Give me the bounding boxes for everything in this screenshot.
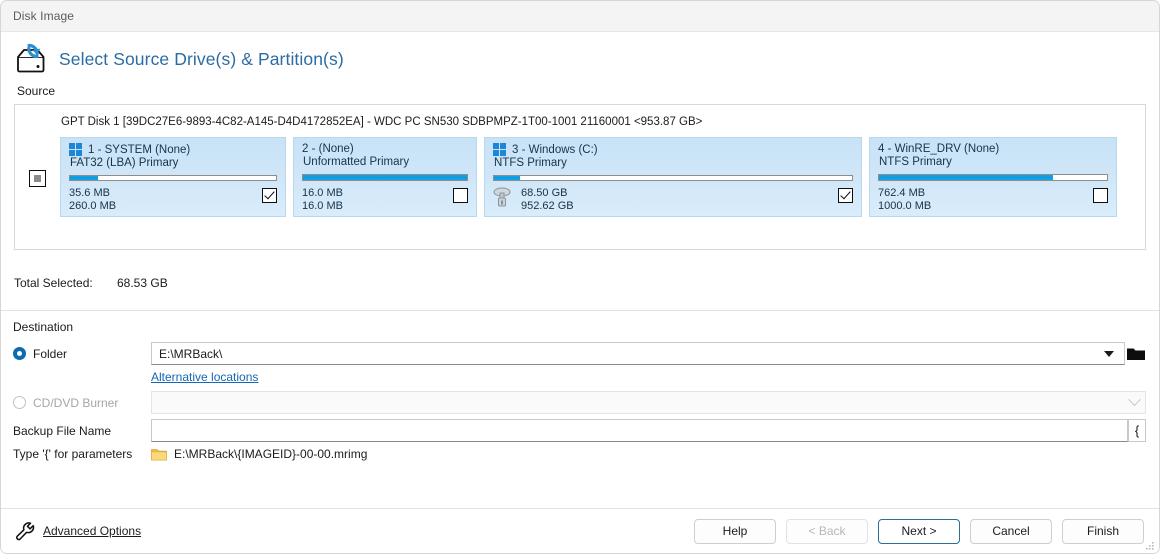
cddvd-radio bbox=[13, 396, 26, 409]
back-button: < Back bbox=[786, 518, 868, 544]
partition-footer: 16.0 MB 16.0 MB bbox=[302, 187, 468, 212]
disk-select-column bbox=[15, 114, 60, 249]
filename-preview-path: E:\MRBack\{IMAGEID}-00-00.mrimg bbox=[174, 447, 368, 461]
partition-footer: 68.50 GB 952.62 GB bbox=[493, 187, 853, 212]
wrench-icon bbox=[14, 521, 36, 541]
partition-block[interactable]: 2 - (None) Unformatted Primary 16.0 MB 16.0… bbox=[293, 137, 477, 217]
disk-main: GPT Disk 1 [39DC27E6-9893-4C82-A145-D4D4… bbox=[60, 114, 1145, 249]
alternative-locations-row: Alternative locations bbox=[151, 370, 1159, 384]
page-header: Select Source Drive(s) & Partition(s) bbox=[1, 32, 1159, 84]
resize-grip[interactable] bbox=[1145, 540, 1155, 550]
partition-checkbox[interactable] bbox=[1093, 188, 1108, 203]
partition-name: 1 - SYSTEM (None) bbox=[88, 143, 191, 156]
cddvd-radio-label: CD/DVD Burner bbox=[33, 395, 119, 410]
footer-bar: Advanced Options Help < Back Next > Cancel F… bbox=[1, 508, 1159, 553]
partition-filesystem: NTFS Primary bbox=[494, 157, 567, 169]
partition-usage-bar bbox=[493, 175, 853, 181]
destination-folder-row: Folder E:\MRBack\ bbox=[1, 342, 1159, 365]
partition-sizes: 35.6 MB 260.0 MB bbox=[69, 187, 117, 212]
destination-section: Destination Folder E:\MRBack\ Alternativ… bbox=[1, 311, 1159, 461]
backup-file-name-input[interactable] bbox=[151, 419, 1128, 442]
partition-checkbox[interactable] bbox=[453, 188, 468, 203]
source-panel: GPT Disk 1 [39DC27E6-9893-4C82-A145-D4D4… bbox=[14, 104, 1146, 250]
partition-sizes: 16.0 MB 16.0 MB bbox=[302, 187, 343, 212]
partition-block[interactable]: 1 - SYSTEM (None) FAT32 (LBA) Primary 35.6… bbox=[60, 137, 286, 217]
cancel-button[interactable]: Cancel bbox=[970, 518, 1052, 544]
cddvd-radio-label-wrap: CD/DVD Burner bbox=[1, 396, 151, 410]
total-selected-value: 68.53 GB bbox=[117, 276, 168, 290]
chevron-down-icon[interactable] bbox=[1104, 350, 1114, 357]
partition-filesystem: FAT32 (LBA) Primary bbox=[70, 157, 179, 169]
partition-footer: 35.6 MB 260.0 MB bbox=[69, 187, 277, 212]
total-selected-label: Total Selected: bbox=[14, 276, 93, 290]
disk-image-wizard-window: Disk Image Select Source Drive(s) & Part… bbox=[0, 0, 1160, 554]
partition-name: 4 - WinRE_DRV (None) bbox=[878, 143, 1000, 155]
partition-head: 4 - WinRE_DRV (None) bbox=[878, 143, 1108, 155]
help-button[interactable]: Help bbox=[694, 518, 776, 544]
lock-icon bbox=[491, 185, 517, 209]
partition-usage-bar bbox=[878, 174, 1108, 181]
folder-open-icon[interactable] bbox=[1126, 345, 1146, 362]
alternative-locations-link[interactable]: Alternative locations bbox=[151, 370, 258, 384]
advanced-options-button[interactable]: Advanced Options bbox=[14, 521, 141, 541]
partition-usage-bar bbox=[69, 175, 277, 181]
disk-select-checkbox[interactable] bbox=[29, 170, 46, 187]
total-selected-row: Total Selected: 68.53 GB bbox=[14, 276, 1159, 290]
cddvd-combobox bbox=[151, 391, 1146, 414]
partition-head: 3 - Windows (C:) bbox=[493, 143, 853, 156]
footer-buttons: Help < Back Next > Cancel Finish bbox=[694, 518, 1144, 544]
windows-logo-icon bbox=[69, 143, 82, 156]
filename-preview-row: Type '{' for parameters E:\MRBack\{IMAGE… bbox=[1, 447, 1159, 461]
partition-filesystem: NTFS Primary bbox=[879, 156, 952, 168]
folder-radio-label: Folder bbox=[33, 346, 68, 361]
partition-filesystem: Unformatted Primary bbox=[303, 156, 410, 168]
parameters-hint-label: Type '{' for parameters bbox=[13, 447, 133, 461]
page-title: Select Source Drive(s) & Partition(s) bbox=[59, 49, 344, 69]
folder-radio[interactable] bbox=[13, 347, 26, 360]
windows-logo-icon bbox=[493, 143, 506, 156]
backup-file-name-row: Backup File Name { bbox=[1, 419, 1159, 442]
partition-checkbox[interactable] bbox=[262, 188, 277, 203]
folder-path-value: E:\MRBack\ bbox=[159, 346, 223, 361]
advanced-options-label: Advanced Options bbox=[43, 524, 142, 538]
partition-head: 2 - (None) bbox=[302, 143, 468, 155]
partition-checkbox[interactable] bbox=[838, 188, 853, 203]
window-title: Disk Image bbox=[13, 9, 75, 23]
partition-strip: 1 - SYSTEM (None) FAT32 (LBA) Primary 35.6… bbox=[60, 137, 1137, 217]
finish-button[interactable]: Finish bbox=[1062, 518, 1144, 544]
folder-icon bbox=[151, 448, 167, 461]
partition-footer: 762.4 MB 1000.0 MB bbox=[878, 187, 1108, 212]
chevron-down-icon bbox=[1128, 393, 1141, 407]
partition-block[interactable]: 3 - Windows (C:) NTFS Primary 68.50 GB 952.… bbox=[484, 137, 862, 217]
partition-block[interactable]: 4 - WinRE_DRV (None) NTFS Primary 762.4 MB… bbox=[869, 137, 1117, 217]
partition-head: 1 - SYSTEM (None) bbox=[69, 143, 277, 156]
destination-label: Destination bbox=[13, 320, 74, 334]
partition-name: 3 - Windows (C:) bbox=[512, 143, 598, 156]
next-button[interactable]: Next > bbox=[878, 518, 960, 544]
disk-header-text: GPT Disk 1 [39DC27E6-9893-4C82-A145-D4D4… bbox=[61, 116, 703, 128]
parameters-brace-button[interactable]: { bbox=[1128, 419, 1146, 442]
source-label: Source bbox=[17, 84, 56, 98]
partition-sizes: 762.4 MB 1000.0 MB bbox=[878, 187, 932, 212]
title-bar: Disk Image bbox=[1, 1, 1159, 32]
folder-radio-label-wrap[interactable]: Folder bbox=[1, 347, 151, 361]
disk-refresh-icon bbox=[13, 43, 51, 77]
backup-file-name-label: Backup File Name bbox=[13, 423, 112, 438]
partition-sizes: 68.50 GB 952.62 GB bbox=[521, 187, 574, 212]
partition-name: 2 - (None) bbox=[302, 143, 354, 155]
folder-path-combobox[interactable]: E:\MRBack\ bbox=[151, 342, 1125, 365]
destination-cddvd-row: CD/DVD Burner bbox=[1, 391, 1159, 414]
partition-usage-bar bbox=[302, 174, 468, 181]
